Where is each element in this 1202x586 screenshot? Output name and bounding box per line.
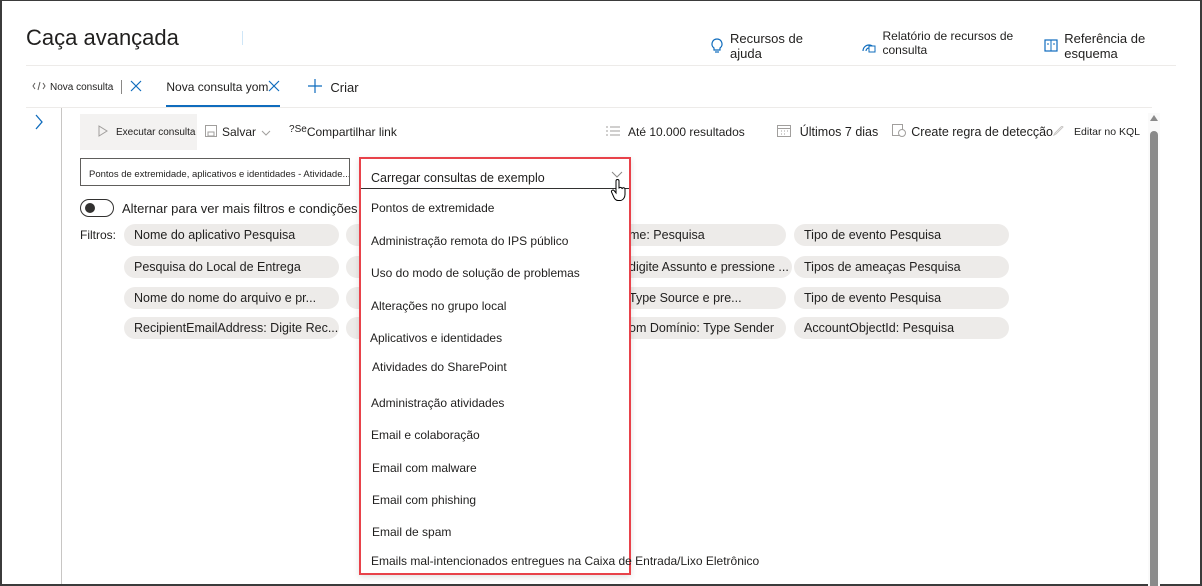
query-options: Até 10.000 resultados Últimos 7 dias Cre… — [606, 123, 1140, 140]
share-link-label: Compartilhar link — [306, 125, 397, 139]
filter-pill[interactable]: Tipo de evento Pesquisa — [794, 287, 1009, 309]
filter-pill[interactable]: Pesquisa do Local de Entrega — [124, 256, 339, 278]
time-range-label: Últimos 7 dias — [799, 124, 879, 139]
text-caret — [242, 31, 243, 45]
edit-kql-label: Editar no KQL — [1074, 125, 1140, 138]
filter-pill[interactable]: Tipos de ameaças Pesquisa — [794, 256, 1009, 278]
calendar-icon — [776, 124, 791, 140]
report-icon — [861, 38, 877, 54]
query-tabs: Nova consulta Nova consulta yom Criar — [32, 67, 359, 108]
create-detection-rule-button[interactable]: Create regra de detecção — [892, 123, 1053, 140]
run-query-label: Executar consulta — [116, 126, 196, 138]
sample-query-item[interactable]: Atividades do SharePoint — [372, 360, 507, 374]
toggle-label: Alternar para ver mais filtros e condiçõ… — [122, 200, 358, 216]
help-resources-link[interactable]: Recursos de ajuda — [710, 31, 837, 61]
tab-nova-consulta[interactable]: Nova consulta — [32, 68, 142, 106]
filters-label: Filtros: — [80, 228, 116, 242]
filter-pill[interactable]: Nome do aplicativo Pesquisa — [124, 224, 339, 246]
filter-pill[interactable]: Nome do nome do arquivo e pr... — [124, 287, 339, 309]
sample-query-item[interactable]: Administração atividades — [371, 396, 504, 410]
close-tab-icon[interactable] — [268, 80, 280, 95]
sample-query-item[interactable]: Email de spam — [372, 525, 451, 539]
plus-icon — [308, 78, 323, 96]
sample-query-item[interactable]: Email com phishing — [372, 493, 476, 507]
header-links: Recursos de ajuda Relatório de recursos … — [710, 29, 1200, 61]
hand-pointer-cursor-icon — [610, 179, 628, 208]
sample-queries-dropdown: Carregar consultas de exemplo Pontos de … — [359, 157, 631, 575]
sample-queries-placeholder: Carregar consultas de exemplo — [371, 171, 545, 185]
header-divider — [26, 65, 1176, 66]
tab-label: Nova consulta yom — [166, 80, 269, 94]
pencil-icon — [1052, 124, 1065, 139]
scroll-up-arrow-icon[interactable] — [1150, 115, 1158, 121]
create-tab-button[interactable]: Criar — [308, 68, 359, 106]
more-filters-toggle[interactable] — [80, 199, 114, 217]
results-limit-button[interactable]: Até 10.000 resultados — [606, 125, 745, 139]
sample-query-item[interactable]: Email com malware — [372, 461, 477, 475]
expand-sidebar-chevron-icon[interactable] — [34, 114, 44, 135]
tab-label: Nova consulta — [50, 81, 114, 93]
tab-separator — [121, 80, 123, 94]
tab-nova-consulta-yom[interactable]: Nova consulta yom — [166, 68, 281, 108]
sample-query-item[interactable]: Email e colaboração — [371, 428, 480, 442]
lightbulb-icon — [710, 38, 724, 54]
page-title: Caça avançada — [26, 25, 179, 50]
sidebar-divider — [61, 108, 62, 584]
play-icon — [98, 124, 108, 140]
save-button[interactable]: Salvar — [205, 124, 271, 140]
help-resources-label: Recursos de ajuda — [730, 31, 803, 61]
query-resources-report-label: Relatório de recursos de consulta — [882, 29, 1014, 57]
close-tab-icon[interactable] — [130, 80, 142, 95]
list-icon — [606, 125, 620, 139]
run-query-button[interactable]: Executar consulta — [80, 114, 197, 150]
sample-query-item[interactable]: Alterações no grupo local — [371, 299, 506, 313]
share-link-button[interactable]: ?Se Compartilhar link — [289, 123, 397, 140]
sample-query-item[interactable]: Pontos de extremidade — [371, 201, 494, 215]
edit-kql-button[interactable]: Editar no KQL — [1052, 124, 1140, 139]
filter-pill[interactable]: Tipo de evento Pesquisa — [794, 224, 1009, 246]
create-detection-rule-label: Create regra de detecção — [911, 124, 1054, 139]
scope-selector[interactable]: Pontos de extremidade, aplicativos e ide… — [80, 158, 350, 186]
sample-query-item[interactable]: Aplicativos e identidades — [370, 331, 502, 345]
schema-reference-label: Referência de esquema — [1064, 31, 1146, 61]
save-label: Salvar — [222, 125, 257, 139]
create-label: Criar — [330, 79, 359, 95]
query-toolbar: Executar consulta Salvar ?Se Compartilha… — [80, 114, 397, 150]
schema-reference-link[interactable]: Referência de esquema — [1044, 31, 1200, 61]
sample-query-item[interactable]: Emails mal-intencionados entregues na Ca… — [371, 554, 759, 568]
sample-query-item[interactable]: Administração remota do IPS público — [371, 234, 568, 248]
results-limit-label: Até 10.000 resultados — [628, 124, 745, 139]
query-resources-report-link[interactable]: Relatório de recursos de consulta — [861, 29, 1059, 57]
tabs-divider — [26, 107, 1152, 108]
rule-icon — [892, 123, 907, 140]
vertical-scrollbar[interactable] — [1148, 113, 1160, 586]
time-range-button[interactable]: Últimos 7 dias — [776, 124, 879, 140]
sample-query-item[interactable]: Uso do modo de solução de problemas — [371, 266, 580, 280]
book-icon — [1044, 39, 1058, 53]
filter-pill[interactable]: RecipientEmailAddress: Digite Rec... — [124, 317, 339, 339]
more-filters-toggle-row: Alternar para ver mais filtros e condiçõ… — [80, 199, 358, 217]
query-icon — [32, 80, 46, 94]
save-icon — [205, 124, 217, 140]
filter-pill[interactable]: AccountObjectId: Pesquisa — [794, 317, 1009, 339]
share-prefix: ?Se — [289, 123, 307, 135]
scrollbar-thumb[interactable] — [1150, 131, 1158, 586]
app-window: Caça avançada Recursos de ajuda Relatóri… — [0, 0, 1202, 586]
sample-queries-select[interactable]: Carregar consultas de exemplo — [361, 159, 629, 189]
chevron-down-icon — [261, 125, 271, 139]
